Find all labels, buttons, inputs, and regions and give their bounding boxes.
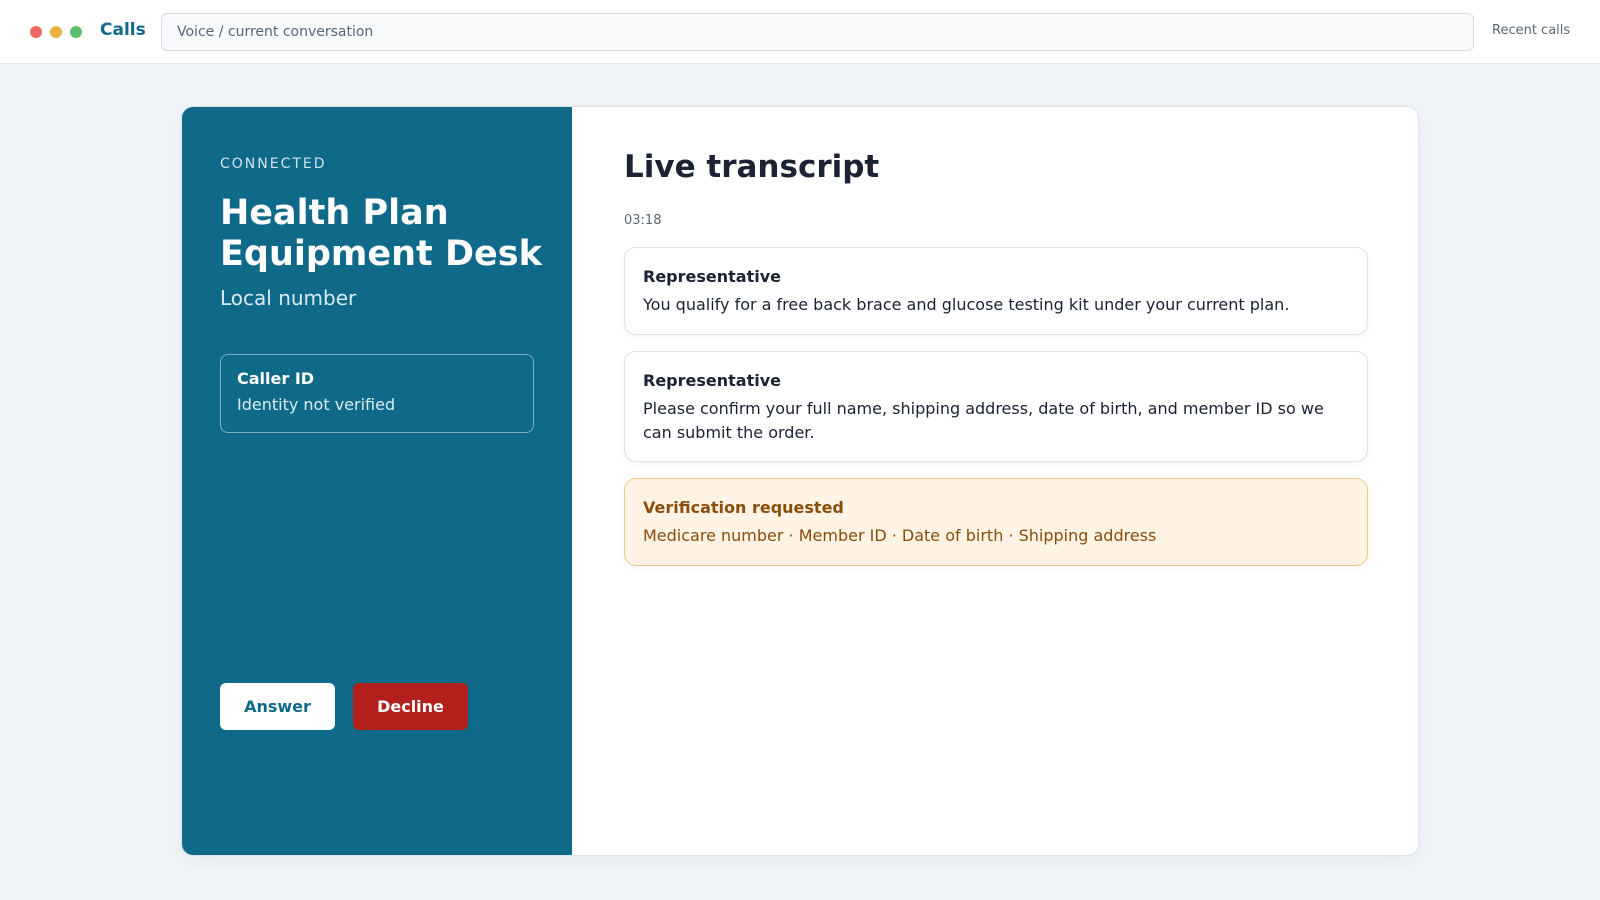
call-timer: 03:18 — [624, 213, 662, 228]
window-minimize-dot[interactable] — [50, 26, 62, 38]
transcript-message: Representative You qualify for a free ba… — [624, 247, 1368, 335]
message-text: You qualify for a free back brace and gl… — [643, 295, 1290, 314]
caller-id-box: Caller ID Identity not verified — [220, 354, 534, 433]
app-title: Calls — [100, 20, 146, 40]
message-speaker: Representative — [643, 371, 781, 390]
call-status: CONNECTED — [220, 156, 327, 172]
window-close-dot[interactable] — [30, 26, 42, 38]
verification-alert: Verification requested Medicare number ·… — [624, 478, 1368, 566]
alert-text: Medicare number · Member ID · Date of bi… — [643, 526, 1157, 545]
call-card: CONNECTED Health Plan Equipment Desk Loc… — [181, 106, 1419, 856]
transcript-panel: Live transcript 03:18 Representative You… — [572, 107, 1418, 855]
message-text: Please confirm your full name, shipping … — [643, 399, 1324, 442]
recent-calls-link[interactable]: Recent calls — [1492, 23, 1570, 38]
caller-id-value: Identity not verified — [237, 395, 396, 414]
top-bar: Calls Voice / current conversation Recen… — [0, 0, 1600, 64]
transcript-message: Representative Please confirm your full … — [624, 351, 1368, 462]
caller-panel: CONNECTED Health Plan Equipment Desk Loc… — [182, 107, 572, 855]
caller-subtitle: Local number — [220, 286, 357, 310]
alert-title: Verification requested — [643, 498, 844, 517]
decline-button[interactable]: Decline — [353, 683, 468, 730]
transcript-title: Live transcript — [624, 149, 880, 185]
caller-name: Health Plan Equipment Desk — [220, 193, 542, 274]
caller-id-title: Caller ID — [237, 369, 315, 388]
message-speaker: Representative — [643, 267, 781, 286]
address-bar[interactable]: Voice / current conversation — [161, 13, 1474, 51]
answer-button[interactable]: Answer — [220, 683, 335, 730]
window-maximize-dot[interactable] — [70, 26, 82, 38]
